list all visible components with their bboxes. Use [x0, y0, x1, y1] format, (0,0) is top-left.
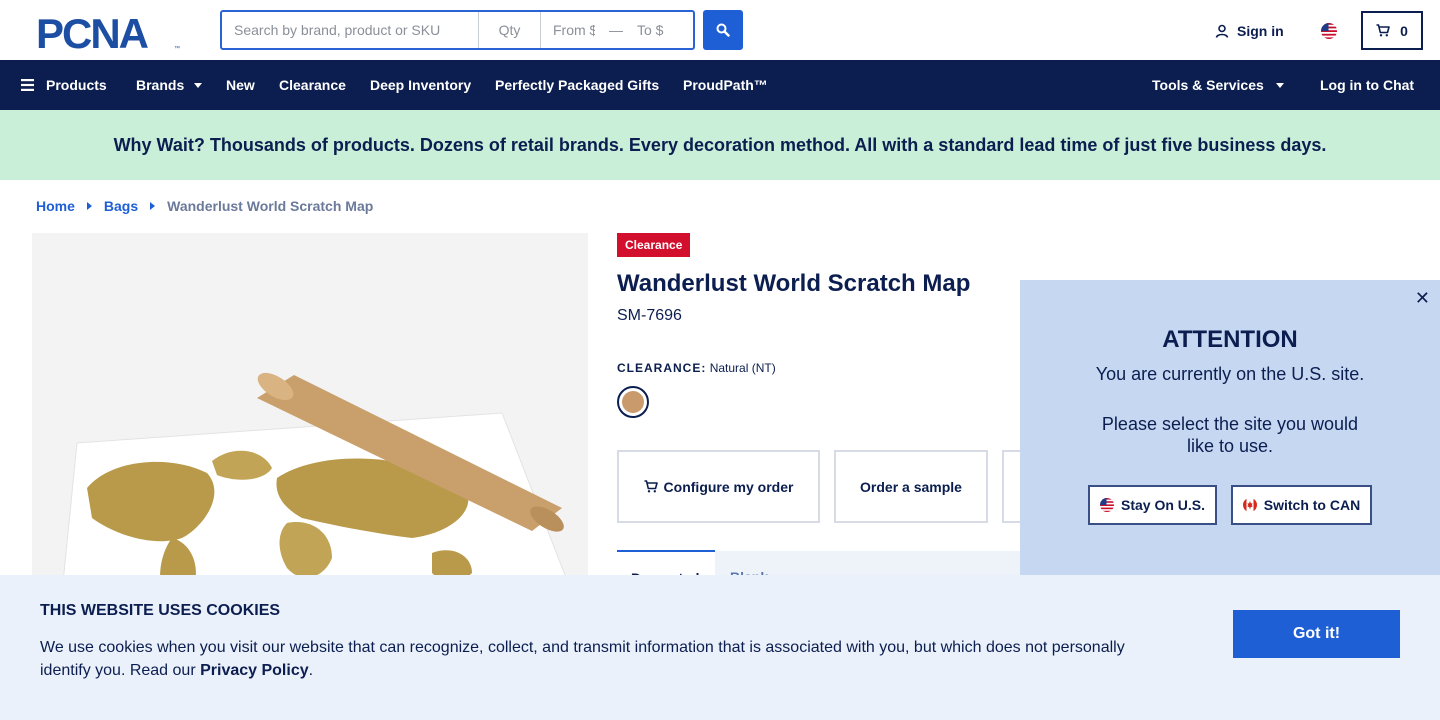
- color-selection: CLEARANCE: Natural (NT): [617, 361, 776, 375]
- popup-select-text: Please select the site you would like to…: [1101, 414, 1359, 456]
- promo-banner: Why Wait? Thousands of products. Dozens …: [0, 110, 1440, 180]
- popup-current-site-text: You are currently on the U.S. site.: [1095, 364, 1365, 384]
- breadcrumb-bags[interactable]: Bags: [104, 198, 138, 214]
- scratch-map-image: [32, 233, 588, 593]
- nav-proudpath-label: ProudPath™: [683, 77, 768, 93]
- close-icon[interactable]: ✕: [1415, 288, 1430, 309]
- breadcrumb-arrow-icon: [150, 202, 156, 210]
- order-sample-button[interactable]: Order a sample: [834, 450, 988, 523]
- us-flag-icon[interactable]: [1321, 23, 1337, 39]
- nav-new[interactable]: New: [226, 60, 255, 110]
- price-from-input[interactable]: [541, 12, 607, 48]
- nav-deep-inventory-label: Deep Inventory: [370, 77, 472, 93]
- color-swatch-natural[interactable]: [617, 386, 649, 418]
- sign-in-label: Sign in: [1237, 23, 1284, 39]
- promo-text: Why Wait? Thousands of products. Dozens …: [113, 134, 1327, 155]
- nav-new-label: New: [226, 77, 255, 93]
- switch-can-button[interactable]: Switch to CAN: [1231, 485, 1372, 525]
- search-input[interactable]: [222, 12, 479, 48]
- svg-text:PCNA: PCNA: [36, 12, 149, 52]
- cookie-heading: THIS WEBSITE USES COOKIES: [40, 602, 281, 619]
- stay-us-button[interactable]: Stay On U.S.: [1088, 485, 1217, 525]
- canada-flag-icon: [1242, 498, 1257, 512]
- color-label: CLEARANCE:: [617, 361, 707, 375]
- nav-brands[interactable]: Brands: [136, 60, 203, 110]
- cart-icon: [1376, 24, 1390, 37]
- nav-tools[interactable]: Tools & Services: [1152, 60, 1284, 110]
- color-value: Natural (NT): [709, 361, 776, 375]
- cookie-text: We use cookies when you visit our websit…: [40, 636, 1150, 682]
- order-sample-label: Order a sample: [860, 478, 962, 495]
- breadcrumb: Home Bags Wanderlust World Scratch Map: [36, 198, 373, 214]
- clearance-badge: Clearance: [617, 233, 691, 257]
- hamburger-icon: [21, 79, 34, 91]
- breadcrumb-current: Wanderlust World Scratch Map: [167, 198, 374, 214]
- configure-order-label: Configure my order: [663, 478, 794, 495]
- price-to-input[interactable]: [625, 12, 693, 48]
- search-bar: —: [220, 10, 695, 50]
- pcna-logo[interactable]: PCNA ™: [36, 12, 186, 52]
- popup-heading: ATTENTION: [1162, 326, 1298, 353]
- user-icon: [1215, 24, 1229, 38]
- cart-count: 0: [1400, 22, 1408, 39]
- nav-products[interactable]: Products: [21, 60, 107, 110]
- stay-us-label: Stay On U.S.: [1120, 497, 1206, 513]
- cookie-period: .: [308, 662, 314, 679]
- cookie-banner: THIS WEBSITE USES COOKIES We use cookies…: [0, 575, 1440, 720]
- breadcrumb-home[interactable]: Home: [36, 198, 75, 214]
- privacy-policy-link[interactable]: Privacy Policy: [200, 662, 309, 679]
- chevron-down-icon: [194, 82, 203, 88]
- price-range-dash: —: [609, 22, 623, 38]
- search-icon: [716, 23, 730, 37]
- nav-gifts-label: Perfectly Packaged Gifts: [495, 77, 660, 93]
- chevron-down-icon: [1275, 82, 1284, 88]
- switch-can-label: Switch to CAN: [1263, 497, 1361, 513]
- qty-input[interactable]: [479, 12, 541, 48]
- nav-products-label: Products: [46, 77, 107, 93]
- top-header: PCNA ™ — Sign in: [0, 0, 1440, 60]
- nav-clearance-label: Clearance: [279, 77, 346, 93]
- product-image[interactable]: [32, 233, 588, 593]
- nav-chat[interactable]: Log in to Chat: [1320, 60, 1414, 110]
- cart-button[interactable]: 0: [1361, 11, 1423, 50]
- nav-deep-inventory[interactable]: Deep Inventory: [370, 60, 471, 110]
- us-flag-icon: [1099, 498, 1114, 512]
- sign-in-link[interactable]: Sign in: [1215, 20, 1284, 42]
- nav-clearance[interactable]: Clearance: [279, 60, 346, 110]
- nav-proudpath[interactable]: ProudPath™: [683, 60, 768, 110]
- product-title: Wanderlust World Scratch Map: [617, 270, 971, 297]
- nav-chat-label: Log in to Chat: [1320, 77, 1415, 93]
- nav-gifts[interactable]: Perfectly Packaged Gifts: [495, 60, 659, 110]
- svg-text:™: ™: [174, 45, 180, 52]
- got-it-button[interactable]: Got it!: [1233, 610, 1400, 658]
- product-sku: SM-7696: [617, 307, 682, 324]
- cart-icon: [644, 480, 658, 493]
- configure-order-button[interactable]: Configure my order: [617, 450, 820, 523]
- nav-brands-label: Brands: [136, 77, 185, 93]
- site-select-popup: ✕ ATTENTION You are currently on the U.S…: [1020, 280, 1440, 576]
- main-nav: Products Brands New Clearance Deep Inven…: [0, 60, 1440, 110]
- search-button[interactable]: [703, 10, 743, 50]
- breadcrumb-arrow-icon: [86, 202, 92, 210]
- nav-tools-label: Tools & Services: [1152, 77, 1264, 93]
